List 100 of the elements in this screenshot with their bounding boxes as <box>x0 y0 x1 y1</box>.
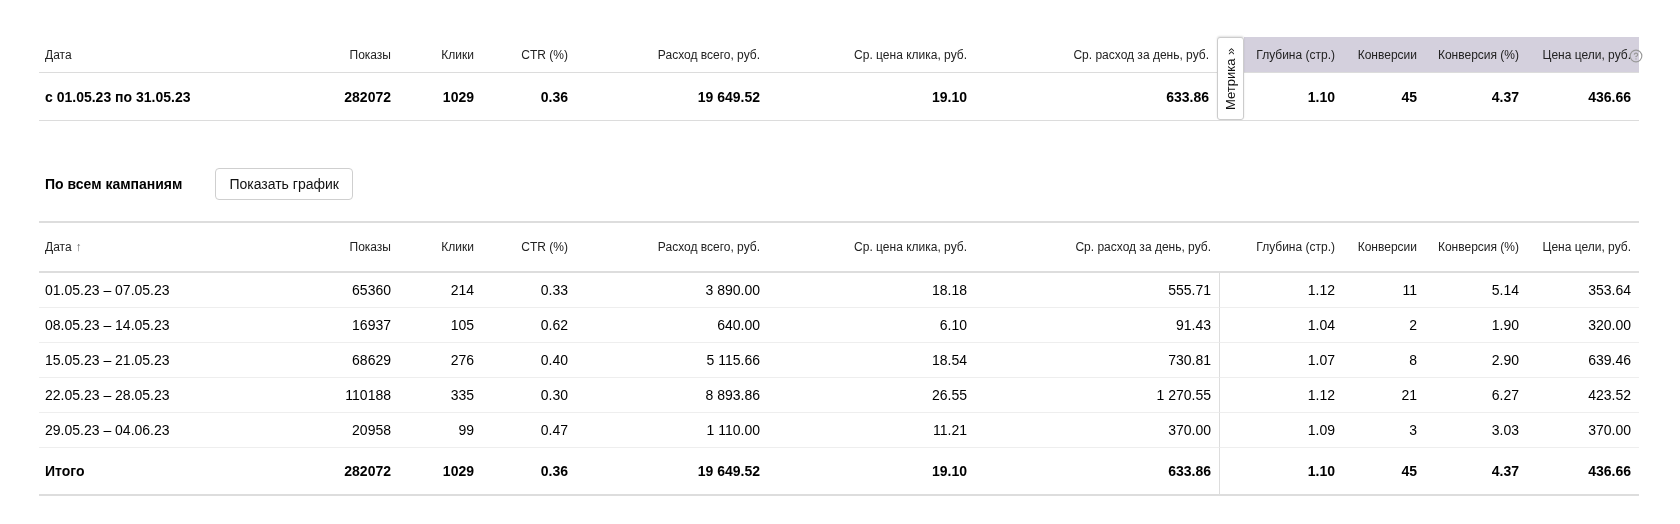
table-cell-text: 1029 <box>441 87 475 107</box>
table-cell: 1 110.00 <box>576 413 768 448</box>
table-cell: 68629 <box>311 343 399 378</box>
table-cell-text: 282072 <box>343 87 392 107</box>
column-header: Глубина (стр.) <box>1244 37 1343 73</box>
total-cell-text: 19 649.52 <box>696 462 761 481</box>
table-cell-text: 436.66 <box>1587 87 1632 107</box>
column-header: Клики <box>399 223 482 273</box>
show-chart-button[interactable]: Показать график <box>215 168 353 200</box>
total-cell-text: 4.37 <box>1490 462 1520 481</box>
table-cell-text: 19.10 <box>930 87 968 107</box>
table-cell: 18.54 <box>768 343 975 378</box>
table-cell: 0.47 <box>482 413 576 448</box>
column-header: Ср. расход за день, руб. <box>975 223 1219 273</box>
table-cell: 640.00 <box>576 308 768 343</box>
table-cell: 15.05.23 – 21.05.23 <box>39 343 311 378</box>
table-cell: 08.05.23 – 14.05.23 <box>39 308 311 343</box>
table-cell: 0.33 <box>482 273 576 308</box>
table-cell: 423.52 <box>1527 378 1639 413</box>
help-icon[interactable] <box>1629 49 1643 63</box>
table-cell: 65360 <box>311 273 399 308</box>
table-cell: 99 <box>399 413 482 448</box>
column-header: Клики <box>399 37 482 73</box>
table-cell: 276 <box>399 343 482 378</box>
column-header: Глубина (стр.) <box>1219 223 1343 273</box>
table-cell: 370.00 <box>975 413 1219 448</box>
column-header: Показы <box>311 37 399 73</box>
column-header[interactable]: Дата ↑ <box>39 223 311 273</box>
table-cell-text: 45 <box>1400 87 1418 107</box>
table-cell: 320.00 <box>1527 308 1639 343</box>
table-cell: 555.71 <box>975 273 1219 308</box>
table-cell-text: 19 649.52 <box>696 87 761 107</box>
column-header: Показы <box>311 223 399 273</box>
total-cell-text: 45 <box>1400 462 1418 481</box>
column-header: Расход всего, руб. <box>576 37 768 73</box>
table-cell: 1.12 <box>1219 378 1343 413</box>
table-cell: 335 <box>399 378 482 413</box>
table-cell: 18.18 <box>768 273 975 308</box>
table-cell: 21 <box>1343 378 1425 413</box>
table-cell-text: 1.10 <box>1306 87 1336 107</box>
table-cell: 639.46 <box>1527 343 1639 378</box>
table-cell: 11.21 <box>768 413 975 448</box>
table-cell: 22.05.23 – 28.05.23 <box>39 378 311 413</box>
column-header: Ср. цена клика, руб. <box>768 37 975 73</box>
metrika-tab[interactable]: Метрика » <box>1217 37 1244 120</box>
table-cell: 3.03 <box>1425 413 1527 448</box>
table-cell: 6.10 <box>768 308 975 343</box>
column-header: Конверсии <box>1343 37 1425 73</box>
total-cell-text: Итого <box>44 462 86 481</box>
column-header: Конверсия (%) <box>1425 223 1527 273</box>
table-cell: 730.81 <box>975 343 1219 378</box>
table-cell: 6.27 <box>1425 378 1527 413</box>
table-cell-text: 0.36 <box>539 87 569 107</box>
table-cell: 0.30 <box>482 378 576 413</box>
section-title: По всем кампаниям <box>45 176 183 192</box>
table-cell: 5.14 <box>1425 273 1527 308</box>
table-cell: 3 890.00 <box>576 273 768 308</box>
table-cell: 1.07 <box>1219 343 1343 378</box>
column-header: Конверсии <box>1343 223 1425 273</box>
table-cell: 1.90 <box>1425 308 1527 343</box>
table-cell: 8 <box>1343 343 1425 378</box>
column-header: CTR (%) <box>482 223 576 273</box>
table-cell: 16937 <box>311 308 399 343</box>
column-header: Конверсия (%) <box>1425 37 1527 73</box>
table-cell-text: 633.86 <box>1165 87 1210 107</box>
table-cell: 370.00 <box>1527 413 1639 448</box>
table-cell: 2.90 <box>1425 343 1527 378</box>
table-cell: 11 <box>1343 273 1425 308</box>
total-cell-text: 633.86 <box>1167 462 1212 481</box>
total-cell-text: 1029 <box>441 462 475 481</box>
table-cell: 353.64 <box>1527 273 1639 308</box>
total-cell-text: 19.10 <box>930 462 968 481</box>
total-cell-text: 282072 <box>343 462 392 481</box>
table-cell: 29.05.23 – 04.06.23 <box>39 413 311 448</box>
column-header: Ср. цена клика, руб. <box>768 223 975 273</box>
table-cell: 105 <box>399 308 482 343</box>
table-cell-text: 4.37 <box>1490 87 1520 107</box>
total-cell-text: 0.36 <box>539 462 569 481</box>
table-cell: 1 270.55 <box>975 378 1219 413</box>
table-cell: 8 893.86 <box>576 378 768 413</box>
table-cell: 214 <box>399 273 482 308</box>
table-cell: 3 <box>1343 413 1425 448</box>
table-cell-text: с 01.05.23 по 31.05.23 <box>44 87 192 107</box>
table-cell: 91.43 <box>975 308 1219 343</box>
table-cell: 0.40 <box>482 343 576 378</box>
table-cell: 01.05.23 – 07.05.23 <box>39 273 311 308</box>
table-cell: 1.09 <box>1219 413 1343 448</box>
column-header: CTR (%) <box>482 37 576 73</box>
column-header: Расход всего, руб. <box>576 223 768 273</box>
table-cell: 20958 <box>311 413 399 448</box>
table-cell: 5 115.66 <box>576 343 768 378</box>
table-cell: 0.62 <box>482 308 576 343</box>
table-cell: 1.04 <box>1219 308 1343 343</box>
table-cell: 26.55 <box>768 378 975 413</box>
column-header: Цена цели, руб. <box>1527 223 1639 273</box>
table-cell: 1.12 <box>1219 273 1343 308</box>
table-cell: 110188 <box>311 378 399 413</box>
sort-icon[interactable]: ↑ <box>75 240 82 254</box>
column-header: Дата <box>39 37 311 73</box>
total-cell: 1.10 <box>1219 448 1343 494</box>
